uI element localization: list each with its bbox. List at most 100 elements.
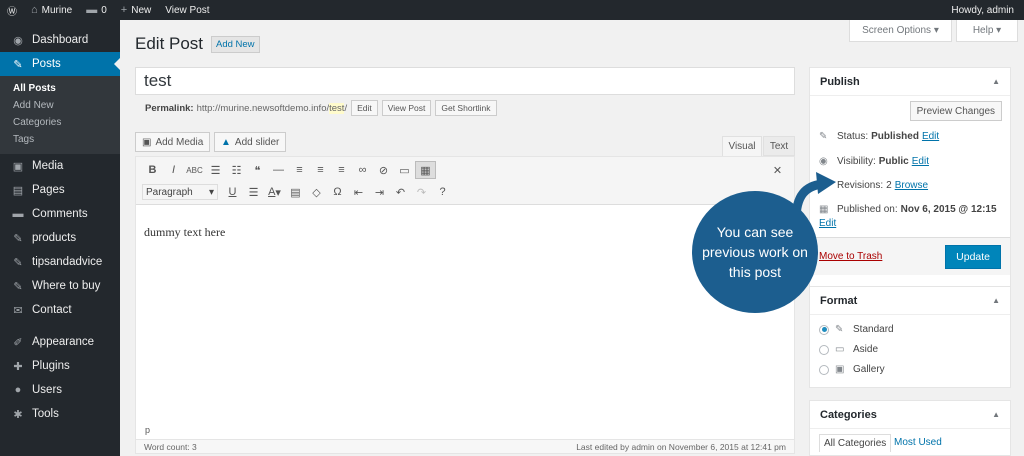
format-select[interactable]: Paragraph ▾ [142,184,218,200]
numbered-list-icon[interactable]: ☷ [226,161,247,179]
move-to-trash-link[interactable]: Move to Trash [819,251,882,262]
unlink-icon[interactable]: ⊘ [373,161,394,179]
pin-icon: ✎ [835,324,844,335]
collapse-icon[interactable]: ▲ [992,77,1000,86]
new-content-link[interactable]: + New [114,0,158,20]
indent-icon[interactable]: ⇥ [369,183,390,201]
add-new-button[interactable]: Add New [211,36,260,53]
sidebar-item-label: Posts [32,58,61,70]
get-shortlink-button[interactable]: Get Shortlink [435,100,497,116]
sidebar-item-users[interactable]: ● Users [0,378,120,402]
wordpress-logo-icon[interactable]: Ⓦ [0,0,24,20]
sidebar-item-posts[interactable]: ✎ Posts [0,52,120,76]
dashboard-icon: ◉ [13,34,23,47]
blockquote-icon[interactable]: ❝ [247,161,268,179]
sidebar-item-dashboard[interactable]: ◉ Dashboard [0,28,120,52]
align-left-icon[interactable]: ≡ [289,161,310,179]
chevron-down-icon: ▾ [208,186,214,198]
preview-changes-button[interactable]: Preview Changes [909,101,1002,121]
sidebar-item-contact[interactable]: ✉ Contact [0,298,120,322]
permalink-slug[interactable]: test [329,102,345,114]
sidebar-item-plugins[interactable]: ✚ Plugins [0,354,120,378]
align-right-icon[interactable]: ≡ [331,161,352,179]
update-button[interactable]: Update [945,245,1001,269]
posts-submenu: All Posts Add New Categories Tags [0,76,120,154]
post-title-input[interactable]: test [135,67,795,95]
redo-icon[interactable]: ↷ [411,183,432,201]
categories-title: Categories [820,408,877,421]
tab-most-used[interactable]: Most Used [894,437,942,448]
help-icon[interactable]: ? [432,183,453,201]
post-editor: B I ABC ☰ ☷ ❝ — ≡ ≡ ≡ ∞ ⊘ ▭ ▦ ✕ Paragrap… [135,156,795,454]
justify-icon[interactable]: ☰ [243,183,264,201]
edit-status-link[interactable]: Edit [922,131,939,142]
view-post-button[interactable]: View Post [381,100,432,116]
editor-status-bar: Word count: 3 Last edited by admin on No… [136,439,794,453]
read-more-icon[interactable]: ▭ [394,161,415,179]
format-radio-gallery[interactable] [819,364,829,375]
site-name-link[interactable]: ⌂ Murine [24,0,79,20]
strikethrough-icon[interactable]: ABC [184,161,205,179]
sidebar-item-label: Dashboard [32,34,89,46]
link-icon[interactable]: ∞ [352,161,373,179]
mail-icon: ✉ [13,304,23,317]
horizontal-line-icon[interactable]: — [268,161,289,179]
paste-text-icon[interactable]: ▤ [285,183,306,201]
tab-visual[interactable]: Visual [722,136,762,156]
submenu-item-add-new[interactable]: Add New [0,97,120,114]
media-icon: ▣ [142,136,152,148]
collapse-icon[interactable]: ▲ [992,296,1000,305]
sidebar-item-pages[interactable]: ▤ Pages [0,178,120,202]
align-center-icon[interactable]: ≡ [310,161,331,179]
sidebar-item-tipsandadvice[interactable]: ✎ tipsandadvice [0,250,120,274]
bold-icon[interactable]: B [142,161,163,179]
edit-visibility-link[interactable]: Edit [912,156,929,167]
outdent-icon[interactable]: ⇤ [348,183,369,201]
sidebar-item-label: Plugins [32,360,70,372]
editor-body[interactable]: dummy text here [144,225,225,240]
sidebar-item-where-to-buy[interactable]: ✎ Where to buy [0,274,120,298]
submenu-item-categories[interactable]: Categories [0,114,120,131]
last-edited: Last edited by admin on November 6, 2015… [576,441,786,452]
sidebar-item-tools[interactable]: ✱ Tools [0,402,120,426]
add-media-button[interactable]: ▣ Add Media [135,132,211,152]
collapse-icon[interactable]: ▲ [992,410,1000,419]
categories-box: Categories ▲ All Categories Most Used [809,400,1011,456]
text-color-icon[interactable]: A ▾ [264,183,285,201]
sidebar-item-media[interactable]: ▣ Media [0,154,120,178]
view-post-link[interactable]: View Post [158,0,216,20]
howdy-user-link[interactable]: Howdy, admin [944,0,1024,20]
gallery-icon: ▣ [835,364,845,375]
permalink-url: http://murine.newsoftdemo.info/ [196,102,330,114]
slider-icon: ▲ [221,136,231,148]
clear-formatting-icon[interactable]: ◇ [306,183,327,201]
format-title: Format [820,294,858,307]
underline-icon[interactable]: U [222,183,243,201]
submenu-item-tags[interactable]: Tags [0,131,120,148]
tab-text[interactable]: Text [763,136,795,156]
media-icon: ▣ [12,160,24,173]
tab-all-categories[interactable]: All Categories [819,434,892,452]
format-radio-aside[interactable] [819,344,829,355]
editor-path: p [145,425,151,435]
comments-link[interactable]: ▬ 0 [79,0,114,20]
admin-menu: ◉ Dashboard ✎ Posts All Posts Add New Categori… [0,20,120,456]
screen-options-button[interactable]: Screen Options ▾ [849,20,952,42]
help-button[interactable]: Help ▾ [956,20,1018,42]
browse-revisions-link[interactable]: Browse [895,180,928,191]
toolbar-toggle-icon[interactable]: ▦ [415,161,436,179]
sidebar-item-label: Users [32,384,63,396]
sidebar-item-appearance[interactable]: ✐ Appearance [0,330,120,354]
format-radio-standard[interactable] [819,324,829,335]
add-slider-button[interactable]: ▲ Add slider [214,132,287,152]
sidebar-item-products[interactable]: ✎ products [0,226,120,250]
user-icon: ● [14,384,22,396]
bullet-list-icon[interactable]: ☰ [205,161,226,179]
italic-icon[interactable]: I [163,161,184,179]
undo-icon[interactable]: ↶ [390,183,411,201]
comment-icon: ▬ [86,4,98,16]
submenu-item-all-posts[interactable]: All Posts [0,80,120,97]
sidebar-item-comments[interactable]: ▬ Comments [0,202,120,226]
special-character-icon[interactable]: Ω [327,183,348,201]
edit-permalink-button[interactable]: Edit [351,100,378,116]
